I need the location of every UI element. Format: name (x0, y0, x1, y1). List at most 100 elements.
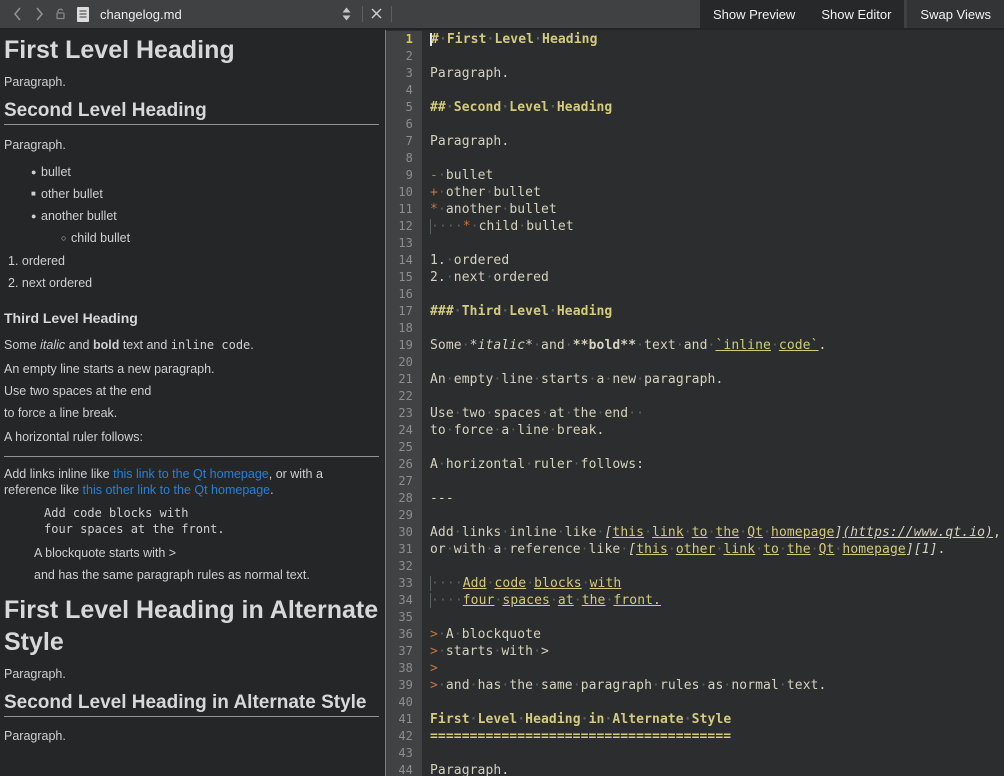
editor-line[interactable]: 41First·Level·Heading·in·Alternate·Style (386, 711, 1004, 728)
line-number: 41 (386, 711, 422, 728)
line-number: 38 (386, 660, 422, 677)
editor-line[interactable]: 2 (386, 48, 1004, 65)
swap-views-button[interactable]: Swap Views (907, 0, 1004, 28)
editor-line[interactable]: 24to·force·a·line·break. (386, 422, 1004, 439)
editor-line[interactable]: 43 (386, 745, 1004, 762)
lock-button[interactable] (50, 2, 72, 26)
back-button[interactable] (6, 2, 28, 26)
editor-line[interactable]: 31or·with·a·reference·like·[this·other·l… (386, 541, 1004, 558)
list-item: ■other bullet (31, 183, 379, 205)
editor-line[interactable]: 34····four·spaces·at·the·front. (386, 592, 1004, 609)
preview-h1-alternate: First Level Heading in Alternate Style (4, 594, 379, 658)
show-editor-button[interactable]: Show Editor (808, 0, 904, 28)
editor-line[interactable]: 42====================================== (386, 728, 1004, 745)
editor-line[interactable]: 141.·ordered (386, 252, 1004, 269)
editor-line[interactable]: 10+·other·bullet (386, 184, 1004, 201)
editor-line[interactable]: 40 (386, 694, 1004, 711)
line-content (422, 558, 430, 575)
editor-line[interactable]: 29 (386, 507, 1004, 524)
line-content: >·starts·with·> (422, 643, 549, 660)
line-number: 12 (386, 218, 422, 235)
document-icon (76, 6, 90, 23)
file-type-button[interactable] (72, 2, 94, 26)
close-document-button[interactable] (367, 7, 387, 22)
toolbar-right: Show Preview Show Editor Swap Views (700, 0, 1004, 28)
preview-h3: Third Level Heading (4, 310, 379, 327)
editor-line[interactable]: 26A·horizontal·ruler·follows: (386, 456, 1004, 473)
editor-line[interactable]: 36>·A·blockquote (386, 626, 1004, 643)
editor-line[interactable]: 35 (386, 609, 1004, 626)
editor-line[interactable]: 22 (386, 388, 1004, 405)
line-number: 27 (386, 473, 422, 490)
qt-homepage-reference-link[interactable]: this other link to the Qt homepage (83, 483, 271, 497)
preview-blockquote: and has the same paragraph rules as norm… (34, 568, 379, 583)
editor-line[interactable]: 44Paragraph. (386, 762, 1004, 776)
disc-bullet-icon: ● (31, 161, 41, 183)
editor-line[interactable]: 17###·Third·Level·Heading (386, 303, 1004, 320)
editor-line[interactable]: 28--- (386, 490, 1004, 507)
markdown-preview-pane[interactable]: First Level Heading Paragraph. Second Le… (0, 30, 385, 776)
line-number: 16 (386, 286, 422, 303)
forward-button[interactable] (28, 2, 50, 26)
editor-line[interactable]: 32 (386, 558, 1004, 575)
line-number: 40 (386, 694, 422, 711)
qt-homepage-link[interactable]: this link to the Qt homepage (113, 467, 269, 481)
editor-line[interactable]: 23Use·two·spaces·at·the·end·· (386, 405, 1004, 422)
editor-line[interactable]: 12····*·child·bullet (386, 218, 1004, 235)
line-number: 31 (386, 541, 422, 558)
line-content: >·and·has·the·same·paragraph·rules·as·no… (422, 677, 826, 694)
editor-line[interactable]: 5##·Second·Level·Heading (386, 99, 1004, 116)
editor-line[interactable]: 19Some·*italic*·and·**bold**·text·and·`i… (386, 337, 1004, 354)
line-content (422, 745, 430, 762)
line-content (422, 286, 430, 303)
editor-line[interactable]: 38> (386, 660, 1004, 677)
lock-open-icon (54, 7, 68, 21)
preview-paragraph: Paragraph. (4, 75, 379, 90)
document-tab-title[interactable]: changelog.md (100, 7, 182, 22)
toolbar-separator (362, 6, 363, 22)
list-item: ○child bullet (61, 227, 379, 249)
editor-line[interactable]: 4 (386, 82, 1004, 99)
line-content: Some·*italic*·and·**bold**·text·and·`inl… (422, 337, 826, 354)
editor-line[interactable]: 33····Add·code·blocks·with (386, 575, 1004, 592)
document-dropdown-button[interactable] (336, 2, 358, 26)
line-content: *·another·bullet (422, 201, 557, 218)
line-content: Paragraph. (422, 65, 509, 82)
editor-line[interactable]: 20 (386, 354, 1004, 371)
show-preview-button[interactable]: Show Preview (700, 0, 808, 28)
editor-line[interactable]: 3Paragraph. (386, 65, 1004, 82)
line-content: ##·Second·Level·Heading (422, 99, 612, 116)
editor-line[interactable]: 6 (386, 116, 1004, 133)
line-number: 9 (386, 167, 422, 184)
editor-line[interactable]: 21An·empty·line·starts·a·new·paragraph. (386, 371, 1004, 388)
editor-line[interactable]: 152.·next·ordered (386, 269, 1004, 286)
editor-line[interactable]: 18 (386, 320, 1004, 337)
markdown-editor-pane[interactable]: 1#·First·Level·Heading23Paragraph.45##·S… (385, 30, 1004, 776)
editor-line[interactable]: 1#·First·Level·Heading (386, 31, 1004, 48)
chevron-right-icon (35, 7, 44, 21)
editor-line[interactable]: 27 (386, 473, 1004, 490)
editor-line[interactable]: 9-·bullet (386, 167, 1004, 184)
line-content: #·First·Level·Heading (422, 31, 598, 48)
line-content: > (422, 660, 438, 677)
line-number: 22 (386, 388, 422, 405)
editor-line[interactable]: 37>·starts·with·> (386, 643, 1004, 660)
preview-ordered-list: 1. ordered 2. next ordered (4, 250, 379, 294)
line-number: 26 (386, 456, 422, 473)
editor-line[interactable]: 16 (386, 286, 1004, 303)
editor-line[interactable]: 8 (386, 150, 1004, 167)
line-content (422, 507, 430, 524)
preview-paragraph: Paragraph. (4, 667, 379, 682)
editor-line[interactable]: 11*·another·bullet (386, 201, 1004, 218)
preview-paragraph: to force a line break. (4, 406, 379, 421)
line-number: 39 (386, 677, 422, 694)
line-content (422, 354, 430, 371)
markdown-editor-window: changelog.md Show Preview Show Editor Sw… (0, 0, 1004, 776)
editor-line[interactable]: 13 (386, 235, 1004, 252)
editor-line[interactable]: 39>·and·has·the·same·paragraph·rules·as·… (386, 677, 1004, 694)
editor-line[interactable]: 25 (386, 439, 1004, 456)
editor-line[interactable]: 7Paragraph. (386, 133, 1004, 150)
line-content (422, 116, 430, 133)
editor-line[interactable]: 30Add·links·inline·like·[this·link·to·th… (386, 524, 1004, 541)
line-number: 11 (386, 201, 422, 218)
